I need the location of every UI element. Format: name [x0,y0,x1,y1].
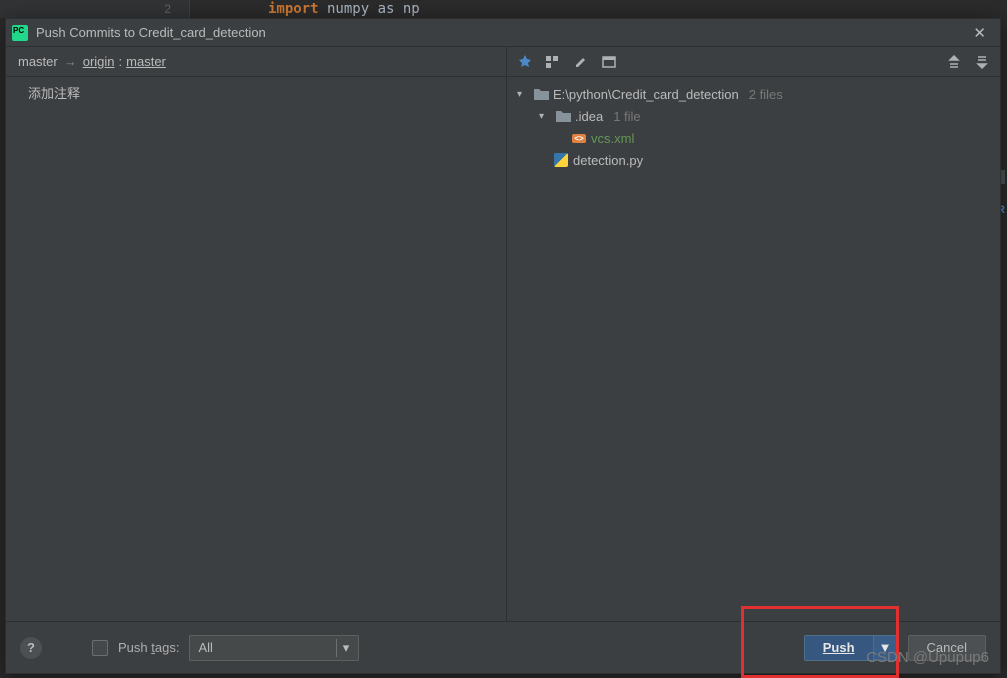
remote-link[interactable]: origin [83,54,115,69]
collapse-all-icon[interactable] [972,52,992,72]
panel-icon[interactable] [599,52,619,72]
dialog-body: master → origin : master 添加注释 [6,47,1000,621]
dialog-titlebar[interactable]: Push Commits to Credit_card_detection ✕ [6,19,1000,47]
branch-colon: : [119,54,123,69]
chevron-down-icon[interactable]: ▾ [517,89,529,100]
push-button-label[interactable]: Push [805,636,873,660]
tree-idea-row[interactable]: ▾ .idea 1 file [511,105,996,127]
files-toolbar [507,47,1000,77]
push-tags-select-value: All [198,640,212,655]
pycharm-icon [12,25,28,41]
push-tags-select[interactable]: All ▾ [189,635,359,661]
expand-all-icon[interactable] [944,52,964,72]
push-dropdown-button[interactable]: ▼ [873,636,897,660]
local-branch[interactable]: master [18,54,58,69]
remote-branch-link[interactable]: master [126,54,166,69]
tree-root-count: 2 files [749,87,783,102]
tree-vcs-file: vcs.xml [591,131,634,146]
code-identifier: numpy as np [319,1,420,17]
commits-pane: master → origin : master 添加注释 [6,47,506,621]
dialog-footer: ? Push tags: All ▾ Push ▼ Cancel [6,621,1000,673]
branch-bar: master → origin : master [6,47,506,77]
group-by-icon[interactable] [543,52,563,72]
chevron-down-icon[interactable]: ▾ [336,639,354,657]
tree-idea-count: 1 file [613,109,640,124]
push-tags-label: Push tags: [118,640,179,655]
tree-py-file: detection.py [573,153,643,168]
cancel-button[interactable]: Cancel [908,635,986,661]
push-button[interactable]: Push ▼ [804,635,898,661]
code-keyword: import [268,1,319,17]
editor-background: 2 import numpy as np [0,0,1007,18]
tree-py-row[interactable]: detection.py [511,149,996,171]
close-button[interactable]: ✕ [967,24,992,42]
xml-file-icon: <> [571,130,587,146]
dialog-title: Push Commits to Credit_card_detection [36,25,967,40]
editor-line-number: 2 [0,0,190,18]
chevron-down-icon[interactable]: ▾ [539,111,551,122]
files-pane: ▾ E:\python\Credit_card_detection 2 file… [506,47,1000,621]
python-file-icon [553,152,569,168]
help-button[interactable]: ? [20,637,42,659]
push-tags-checkbox[interactable] [92,640,108,656]
pin-icon[interactable] [515,52,535,72]
edit-icon[interactable] [571,52,591,72]
tree-idea-name: .idea [575,109,603,124]
tree-root-row[interactable]: ▾ E:\python\Credit_card_detection 2 file… [511,83,996,105]
arrow-icon: → [64,54,77,69]
folder-icon [533,86,549,102]
editor-code-line: import numpy as np [190,1,420,17]
tree-vcs-row[interactable]: <> vcs.xml [511,127,996,149]
file-tree[interactable]: ▾ E:\python\Credit_card_detection 2 file… [507,77,1000,621]
commit-message[interactable]: 添加注释 [6,77,506,108]
folder-icon [555,108,571,124]
tree-root-path: E:\python\Credit_card_detection [553,87,739,102]
push-dialog: Push Commits to Credit_card_detection ✕ … [5,18,1001,674]
